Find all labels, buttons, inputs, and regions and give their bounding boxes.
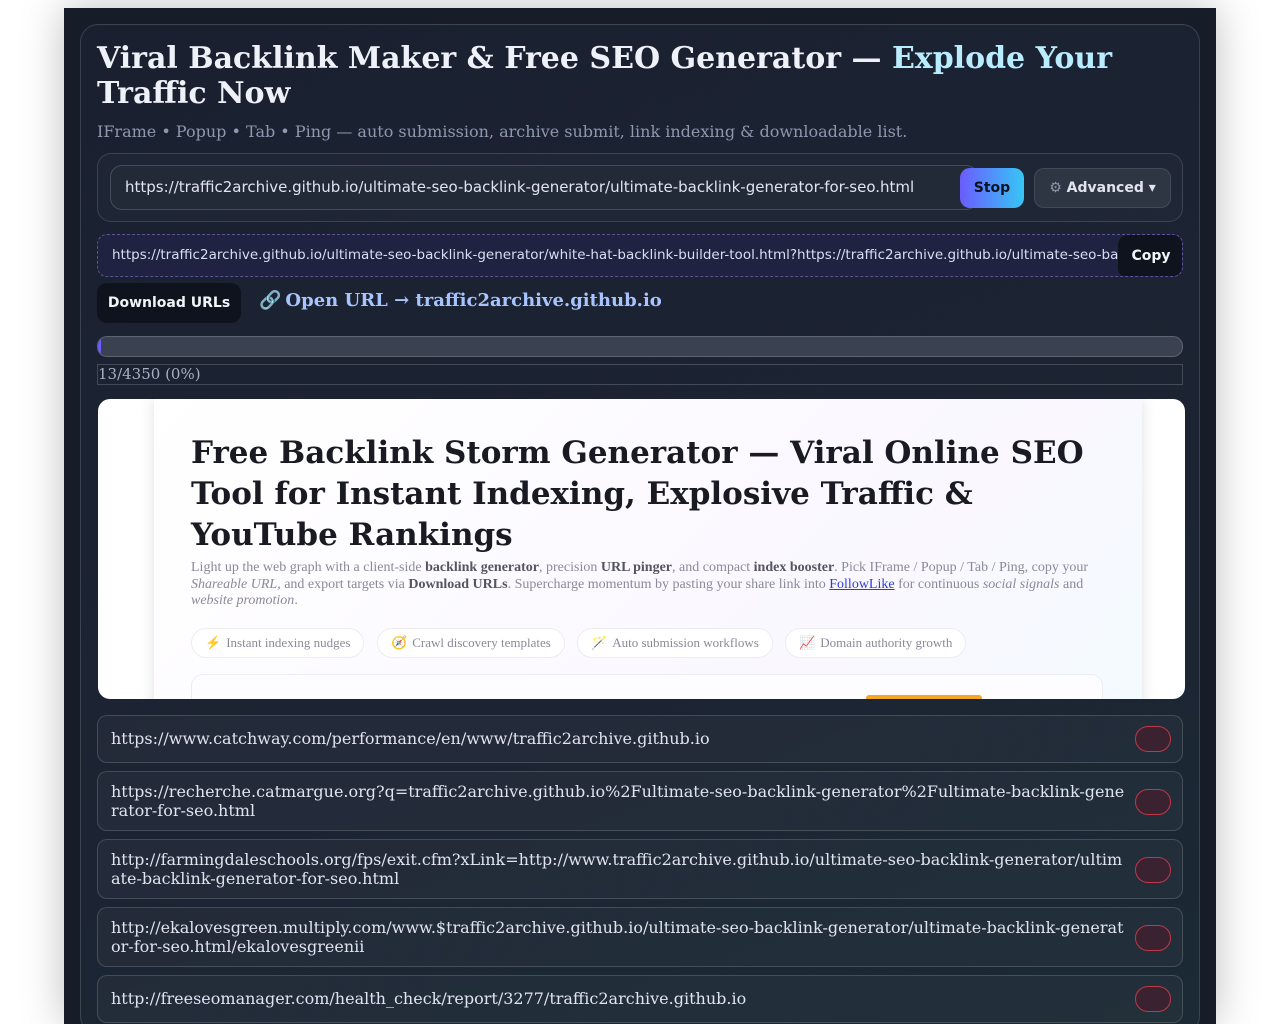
preview-orange-button [866, 695, 982, 699]
chip-auto-submission: 🪄 Auto submission workflows [577, 628, 773, 658]
desc-text: and [1059, 576, 1084, 592]
desc-text: Light up the web graph with a client-sid… [191, 560, 426, 575]
desc-italic: Shareable URL [191, 576, 278, 592]
link-icon: 🔗 [259, 290, 282, 311]
preview-frame[interactable]: Free Backlink Storm Generator — Viral On… [98, 399, 1185, 699]
title-tail: Traffic Now [97, 76, 291, 111]
gear-icon: ⚙ [1049, 180, 1062, 196]
result-row: http://freeseomanager.com/health_check/r… [97, 975, 1183, 1023]
compass-icon: 🧭 [391, 635, 408, 650]
page-title: Viral Backlink Maker & Free SEO Generato… [97, 41, 1117, 111]
result-url[interactable]: https://recherche.catmargue.org?q=traffi… [111, 782, 1127, 820]
desc-bold: URL pinger [600, 560, 673, 575]
target-url-input[interactable]: https://traffic2archive.github.io/ultima… [110, 165, 978, 210]
desc-text: for continuous [894, 576, 983, 592]
desc-italic: website promotion [191, 593, 295, 608]
page-subtitle: IFrame • Popup • Tab • Ping — auto submi… [97, 122, 908, 141]
desc-italic: social signals [982, 576, 1060, 592]
advanced-label: Advanced ▾ [1066, 180, 1156, 196]
chip-crawl-discovery: 🧭 Crawl discovery templates [377, 628, 565, 658]
progress-fill [98, 337, 102, 356]
copy-button[interactable]: Copy [1118, 235, 1182, 276]
chip-label: Instant indexing nudges [226, 635, 351, 650]
desc-bold: index booster [753, 560, 835, 575]
remove-button[interactable] [1135, 925, 1171, 951]
desc-text: . Supercharge momentum by pasting your s… [507, 576, 830, 592]
remove-button[interactable] [1135, 726, 1171, 752]
download-urls-button[interactable]: Download URLs [97, 283, 241, 323]
chip-label: Auto submission workflows [612, 635, 759, 650]
url-bar: https://traffic2archive.github.io/ultima… [97, 153, 1183, 222]
desc-bold: backlink generator [425, 560, 540, 575]
remove-button[interactable] [1135, 857, 1171, 883]
result-row: https://recherche.catmargue.org?q=traffi… [97, 771, 1183, 831]
desc-text: , and export targets via [277, 576, 409, 592]
result-url[interactable]: https://www.catchway.com/performance/en/… [111, 729, 1127, 748]
remove-button[interactable] [1135, 986, 1171, 1012]
share-url-row: https://traffic2archive.github.io/ultima… [97, 234, 1183, 277]
result-url[interactable]: http://farmingdaleschools.org/fps/exit.c… [111, 850, 1127, 888]
chip-instant-indexing: ⚡ Instant indexing nudges [191, 628, 365, 658]
open-url-label: Open URL → traffic2archive.github.io [285, 290, 662, 311]
chip-label: Domain authority growth [820, 635, 953, 650]
desc-bold: Download URLs [408, 576, 508, 592]
preview-page: Free Backlink Storm Generator — Viral On… [154, 399, 1142, 699]
stop-button[interactable]: Stop [960, 168, 1024, 208]
preview-title: Free Backlink Storm Generator — Viral On… [191, 435, 1084, 553]
desc-text: . Pick IFrame / Popup / Tab / Ping, copy… [834, 560, 1089, 575]
desc-text: , precision [539, 560, 601, 575]
result-url[interactable]: http://freeseomanager.com/health_check/r… [111, 989, 1127, 1008]
main-card: Viral Backlink Maker & Free SEO Generato… [80, 24, 1200, 1024]
progress-bar [97, 336, 1183, 357]
app-window: Viral Backlink Maker & Free SEO Generato… [64, 8, 1216, 1024]
chip-domain-authority: 📈 Domain authority growth [785, 628, 967, 658]
desc-text: . [294, 593, 298, 608]
result-url[interactable]: http://ekalovesgreen.multiply.com/www.$t… [111, 918, 1127, 956]
result-row: http://farmingdaleschools.org/fps/exit.c… [97, 839, 1183, 899]
remove-button[interactable] [1135, 789, 1171, 815]
progress-text: 13/4350 (0%) [97, 364, 1183, 385]
followlike-link[interactable]: FollowLike [829, 577, 894, 592]
chip-label: Crawl discovery templates [412, 635, 551, 650]
lightning-icon: ⚡ [205, 635, 222, 650]
share-url-text[interactable]: https://traffic2archive.github.io/ultima… [112, 235, 1122, 276]
magic-wand-icon: 🪄 [591, 635, 608, 650]
desc-text: , and compact [672, 560, 754, 575]
result-row: http://ekalovesgreen.multiply.com/www.$t… [97, 907, 1183, 967]
open-url-link[interactable]: 🔗 Open URL → traffic2archive.github.io [259, 290, 662, 311]
chart-up-icon: 📈 [799, 635, 816, 650]
preview-description: Light up the web graph with a client-sid… [191, 560, 1101, 610]
result-row: https://www.catchway.com/performance/en/… [97, 715, 1183, 763]
advanced-button[interactable]: ⚙ Advanced ▾ [1034, 168, 1171, 208]
title-main: Viral Backlink Maker & Free SEO Generato… [97, 41, 892, 76]
title-accent: Explode Your [891, 41, 1113, 76]
